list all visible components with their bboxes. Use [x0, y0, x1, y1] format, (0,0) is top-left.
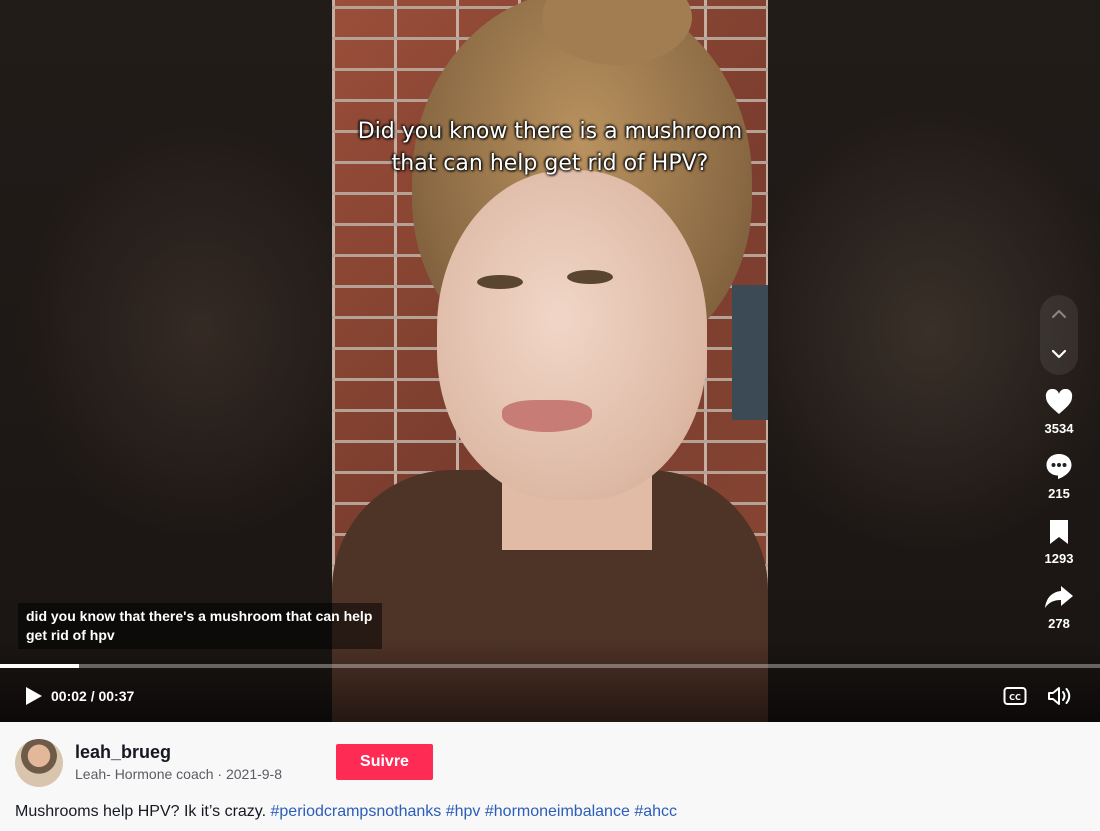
comment-button[interactable]: 215: [1035, 452, 1083, 501]
captions-icon[interactable]: CC: [1003, 686, 1027, 706]
chevron-up-icon[interactable]: [1049, 306, 1069, 322]
person-mouth: [502, 400, 592, 432]
controls-gradient: [0, 640, 1100, 722]
person-face: [437, 170, 707, 500]
video-text-overlay: Did you know there is a mushroom that ca…: [357, 119, 743, 176]
progress-fill: [0, 664, 80, 668]
play-icon[interactable]: [22, 685, 44, 707]
share-count: 278: [1048, 616, 1070, 631]
video-player[interactable]: Did you know there is a mushroom that ca…: [0, 0, 1100, 722]
person-left-eye: [477, 275, 523, 289]
window-shutter: [732, 285, 768, 420]
follow-button[interactable]: Suivre: [336, 744, 433, 780]
heart-icon: [1045, 389, 1073, 414]
progress-bar[interactable]: [0, 664, 1100, 668]
playback-time: 00:02 / 00:37: [51, 688, 135, 704]
hashtag-link[interactable]: #periodcrampsnothanks: [271, 803, 442, 820]
person-right-eye: [567, 270, 613, 284]
volume-icon[interactable]: [1047, 685, 1073, 707]
share-button[interactable]: 278: [1035, 584, 1083, 631]
save-button[interactable]: 1293: [1035, 519, 1083, 566]
video-frame[interactable]: [332, 0, 768, 722]
like-count: 3534: [1044, 421, 1074, 436]
like-button[interactable]: 3534: [1035, 389, 1083, 436]
hashtag-link[interactable]: #ahcc: [634, 803, 677, 820]
share-icon: [1045, 586, 1073, 608]
comment-icon: [1046, 454, 1072, 479]
author-username[interactable]: leah_brueg: [75, 742, 171, 763]
comment-count: 215: [1048, 486, 1070, 501]
chevron-down-icon[interactable]: [1049, 346, 1069, 362]
avatar[interactable]: [15, 739, 63, 787]
bookmark-icon: [1050, 520, 1068, 544]
author-subtitle: Leah- Hormone coach · 2021-9-8: [75, 766, 283, 782]
video-info-panel: leah_brueg Leah- Hormone coach · 2021-9-…: [0, 722, 1100, 831]
save-count: 1293: [1044, 551, 1074, 566]
svg-text:CC: CC: [1009, 693, 1021, 702]
description-text: Mushrooms help HPV? Ik it’s crazy.: [15, 803, 267, 820]
hashtag-link[interactable]: #hpv: [446, 803, 481, 820]
hashtag-link[interactable]: #hormoneimbalance: [485, 803, 630, 820]
video-description: Mushrooms help HPV? Ik it’s crazy. #peri…: [15, 803, 677, 821]
